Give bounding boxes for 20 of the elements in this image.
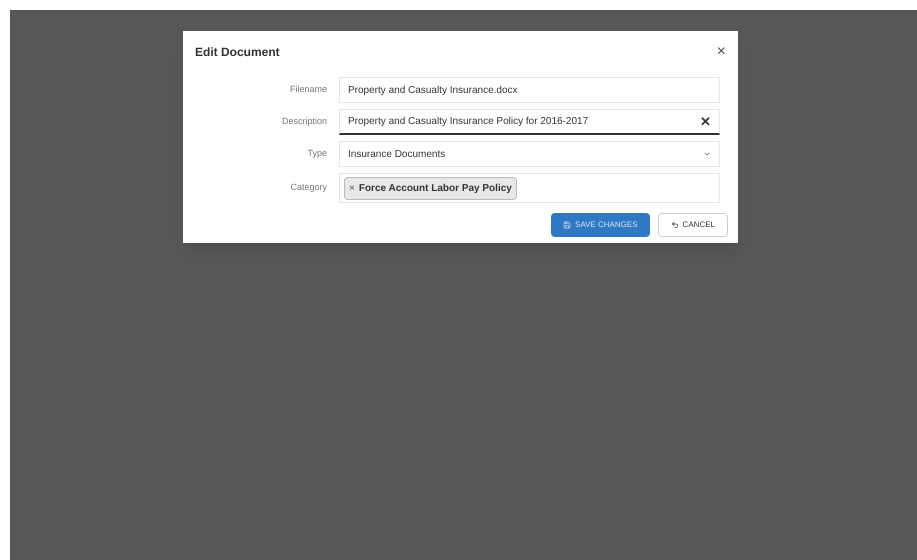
remove-tag-button[interactable]: × [349,180,355,196]
dialog-title: Edit Document [195,44,280,61]
cancel-button[interactable]: CANCEL [658,213,728,237]
category-field[interactable]: × Force Account Labor Pay Policy [339,173,720,203]
field-label: Description [280,115,327,128]
undo-icon [670,221,679,229]
close-button[interactable]: × [716,44,726,60]
field-label: Filename [288,83,327,96]
field-label: Category [289,181,327,194]
field-value: Property and Casualty Insurance.docx [348,84,519,98]
save-icon [563,221,571,229]
type-select[interactable]: Insurance Documents [339,141,720,167]
tag-label: Force Account Labor Pay Policy [358,182,512,196]
field-label: Type [306,147,327,160]
dropdown-icon [703,150,711,158]
clear-button[interactable]: ✕ [700,115,711,128]
field-value: Property and Casualty Insurance Policy for 2016-2017 [348,115,590,129]
text-field[interactable]: Property and Casualty Insurance.docx [339,77,720,103]
select-value: Insurance Documents [348,148,446,162]
text-field[interactable]: Property and Casualty Insurance Policy for 2016-2017 ✕ [339,109,720,135]
